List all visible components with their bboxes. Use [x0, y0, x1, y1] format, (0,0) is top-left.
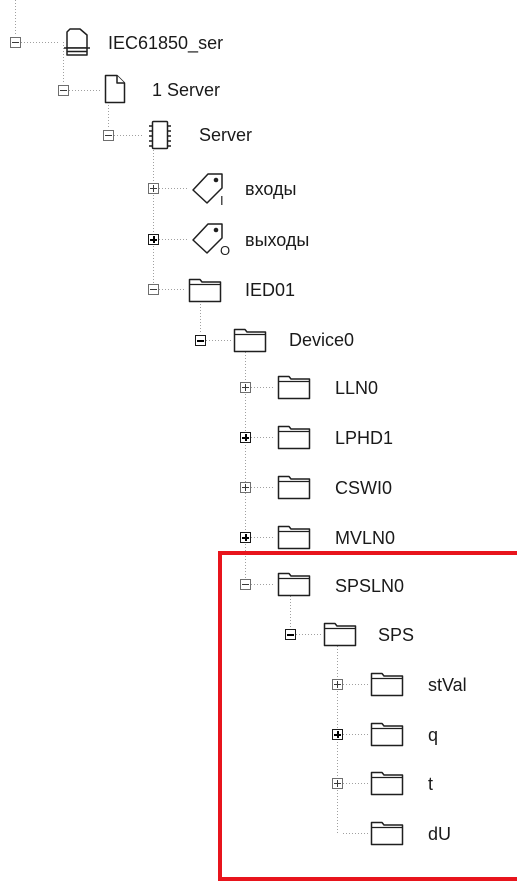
folder-icon	[188, 278, 222, 303]
collapse-toggle-icon[interactable]	[10, 37, 21, 48]
folder-icon	[233, 328, 267, 353]
tree-node-label: t	[428, 774, 434, 794]
tree-node-label: LLN0	[335, 378, 379, 398]
expand-toggle-icon[interactable]	[240, 432, 251, 443]
expand-toggle-icon[interactable]	[332, 778, 343, 789]
tree-node-label: dU	[428, 824, 452, 844]
folder-icon	[277, 475, 311, 500]
folder-icon	[277, 525, 311, 550]
collapse-toggle-icon[interactable]	[103, 130, 114, 141]
tree-node-label: входы	[245, 179, 297, 199]
tag-input-icon: I	[192, 173, 224, 208]
tree-node-label: MVLN0	[335, 528, 396, 548]
tree-node-label: stVal	[428, 675, 467, 695]
tree-node-label: Device0	[289, 330, 355, 350]
tree-node-label: q	[428, 725, 439, 745]
folder-icon	[370, 722, 404, 747]
document-icon	[104, 74, 126, 104]
tree-node-label: CSWI0	[335, 478, 393, 498]
folder-icon	[370, 821, 404, 846]
collapse-toggle-icon[interactable]	[58, 85, 69, 96]
folder-icon	[370, 771, 404, 796]
collapse-toggle-icon[interactable]	[285, 629, 296, 640]
selection-highlight-box	[218, 551, 517, 881]
folder-icon	[277, 375, 311, 400]
expand-toggle-icon[interactable]	[240, 532, 251, 543]
collapse-toggle-icon[interactable]	[240, 579, 251, 590]
expand-toggle-icon[interactable]	[332, 679, 343, 690]
svg-text:I: I	[220, 193, 224, 208]
tree-node-label: Server	[199, 125, 253, 145]
tree-node-label: 1 Server	[152, 80, 221, 100]
folder-icon	[277, 425, 311, 450]
folder-icon	[323, 622, 357, 647]
tree-node-label: SPSLN0	[335, 576, 405, 596]
svg-text:O: O	[220, 243, 230, 258]
collapse-toggle-icon[interactable]	[148, 284, 159, 295]
folder-icon	[277, 572, 311, 597]
tree-node-label: IED01	[245, 280, 296, 300]
collapse-toggle-icon[interactable]	[195, 335, 206, 346]
tree-node-label: IEC61850_ser	[108, 33, 224, 53]
tree-node-label: выходы	[245, 230, 310, 250]
tree-node-label: LPHD1	[335, 428, 394, 448]
expand-toggle-icon[interactable]	[148, 234, 159, 245]
expand-toggle-icon[interactable]	[240, 482, 251, 493]
folder-icon	[370, 672, 404, 697]
tree-view: IEC61850_ser 1 Server Server Iвходы Oвых…	[0, 0, 517, 881]
tree-node-label: SPS	[378, 625, 415, 645]
database-icon	[64, 28, 90, 56]
expand-toggle-icon[interactable]	[332, 729, 343, 740]
chip-icon	[149, 120, 171, 150]
tag-output-icon: O	[192, 223, 230, 258]
expand-toggle-icon[interactable]	[240, 382, 251, 393]
expand-toggle-icon[interactable]	[148, 183, 159, 194]
